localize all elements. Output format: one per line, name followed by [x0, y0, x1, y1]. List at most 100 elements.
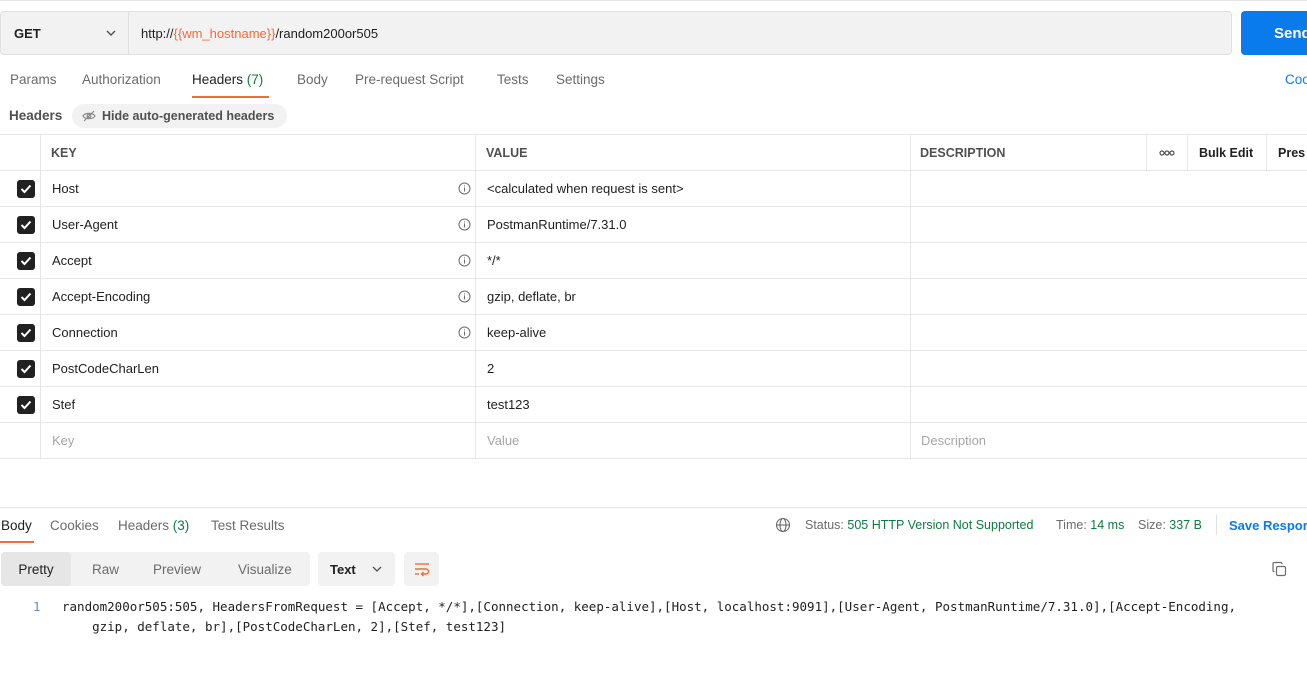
- header-description[interactable]: [910, 279, 1307, 314]
- tab-count: (3): [172, 518, 190, 533]
- active-tab-indicator: [192, 96, 269, 98]
- row-checkbox[interactable]: [17, 288, 35, 306]
- row-checkbox[interactable]: [17, 216, 35, 234]
- wrap-lines-button[interactable]: [404, 552, 439, 586]
- url-variable[interactable]: {{wm_hostname}}: [174, 26, 276, 41]
- response-tab-cookies[interactable]: Cookies: [50, 518, 99, 533]
- code-link[interactable]: Coo: [1285, 72, 1307, 87]
- time-value: 14 ms: [1090, 518, 1125, 532]
- response-tab-test-results[interactable]: Test Results: [211, 518, 285, 533]
- table-row: Host <calculated when request is sent>: [0, 171, 1307, 207]
- row-checkbox[interactable]: [17, 252, 35, 270]
- header-description[interactable]: [910, 243, 1307, 278]
- bulk-edit-button[interactable]: Bulk Edit: [1187, 135, 1266, 171]
- tab-tests[interactable]: Tests: [497, 72, 529, 87]
- header-value[interactable]: gzip, deflate, br: [475, 279, 910, 314]
- header-description[interactable]: [910, 387, 1307, 422]
- checkmark-icon: [20, 184, 32, 194]
- checkmark-icon: [20, 364, 32, 374]
- table-row: Accept-Encoding gzip, deflate, br: [0, 279, 1307, 315]
- view-pretty[interactable]: Pretty: [1, 552, 71, 586]
- header-key[interactable]: Host: [40, 171, 475, 206]
- new-value-input[interactable]: Value: [475, 423, 910, 458]
- column-value: VALUE: [475, 135, 910, 171]
- header-key[interactable]: Accept-Encoding: [40, 279, 475, 314]
- new-key-input[interactable]: Key: [40, 423, 475, 458]
- table-row: Connection keep-alive: [0, 315, 1307, 351]
- row-checkbox[interactable]: [17, 324, 35, 342]
- response-tab-body[interactable]: Body: [1, 518, 32, 533]
- table-row: User-Agent PostmanRuntime/7.31.0: [0, 207, 1307, 243]
- tab-headers[interactable]: Headers (7): [192, 72, 263, 87]
- header-key[interactable]: Accept: [40, 243, 475, 278]
- table-row: Stef test123: [0, 387, 1307, 423]
- save-response-button[interactable]: Save Respor: [1229, 518, 1307, 533]
- tab-pre-request-script[interactable]: Pre-request Script: [355, 72, 464, 87]
- size-value: 337 B: [1169, 518, 1202, 532]
- header-key[interactable]: PostCodeCharLen: [40, 351, 475, 386]
- tab-label: Authorization: [82, 72, 161, 87]
- response-status[interactable]: Status: 505 HTTP Version Not Supported: [805, 518, 1033, 532]
- status-label: Status:: [805, 518, 844, 532]
- info-icon[interactable]: [458, 182, 471, 195]
- table-header: KEY VALUE DESCRIPTION Bulk Edit Pres: [0, 134, 1307, 171]
- row-checkbox[interactable]: [17, 360, 35, 378]
- header-key[interactable]: User-Agent: [40, 207, 475, 242]
- tab-settings[interactable]: Settings: [556, 72, 605, 87]
- tab-label: Cookies: [50, 518, 99, 533]
- header-value[interactable]: PostmanRuntime/7.31.0: [475, 207, 910, 242]
- more-options-button[interactable]: [1146, 135, 1187, 171]
- tab-params[interactable]: Params: [10, 72, 57, 87]
- tab-label: Headers: [192, 72, 244, 87]
- header-description[interactable]: [910, 171, 1307, 206]
- hide-auto-headers-button[interactable]: Hide auto-generated headers: [72, 104, 287, 128]
- header-value[interactable]: <calculated when request is sent>: [475, 171, 910, 206]
- tab-label: Test Results: [211, 518, 285, 533]
- header-value[interactable]: */*: [475, 243, 910, 278]
- info-icon[interactable]: [458, 218, 471, 231]
- info-icon[interactable]: [458, 254, 471, 267]
- url-suffix: /random200or505: [275, 25, 379, 41]
- response-body-line: gzip, deflate, br],[PostCodeCharLen, 2],…: [62, 619, 507, 634]
- wrap-lines-icon: [414, 563, 429, 577]
- eye-off-icon: [82, 110, 96, 122]
- response-tab-headers[interactable]: Headers (3): [118, 518, 189, 533]
- info-icon[interactable]: [458, 290, 471, 303]
- tab-label: Body: [297, 72, 328, 87]
- new-description-input[interactable]: Description: [910, 423, 1307, 458]
- row-checkbox[interactable]: [17, 396, 35, 414]
- header-description[interactable]: [910, 351, 1307, 386]
- more-icon: [1159, 150, 1175, 156]
- send-button[interactable]: Send: [1241, 11, 1307, 55]
- globe-icon[interactable]: [775, 517, 791, 533]
- checkmark-icon: [20, 220, 32, 230]
- response-size[interactable]: Size: 337 B: [1138, 518, 1202, 532]
- header-key[interactable]: Stef: [40, 387, 475, 422]
- view-preview[interactable]: Preview: [153, 552, 201, 586]
- row-checkbox[interactable]: [17, 180, 35, 198]
- format-label: Text: [330, 561, 356, 577]
- method-select[interactable]: GET: [0, 11, 128, 55]
- header-description[interactable]: [910, 315, 1307, 350]
- header-value[interactable]: test123: [475, 387, 910, 422]
- info-icon[interactable]: [458, 326, 471, 339]
- tab-label: Settings: [556, 72, 605, 87]
- view-visualize[interactable]: Visualize: [238, 552, 292, 586]
- header-key[interactable]: Connection: [40, 315, 475, 350]
- header-description[interactable]: [910, 207, 1307, 242]
- divider: [1216, 515, 1217, 535]
- column-description: DESCRIPTION: [910, 135, 1146, 171]
- tab-body[interactable]: Body: [297, 72, 328, 87]
- tab-authorization[interactable]: Authorization: [82, 72, 161, 87]
- copy-icon[interactable]: [1271, 561, 1288, 578]
- chevron-down-icon: [106, 30, 116, 36]
- presets-button[interactable]: Pres: [1266, 135, 1307, 171]
- view-raw[interactable]: Raw: [92, 552, 119, 586]
- header-value[interactable]: 2: [475, 351, 910, 386]
- response-time[interactable]: Time: 14 ms: [1056, 518, 1124, 532]
- format-select[interactable]: Text: [318, 552, 395, 586]
- response-body-line: random200or505:505, HeadersFromRequest =…: [62, 599, 1236, 614]
- url-input[interactable]: http://{{wm_hostname}}/random200or505: [128, 11, 1232, 55]
- request-tabs: Params Authorization Headers (7) Body Pr…: [0, 66, 1307, 98]
- header-value[interactable]: keep-alive: [475, 315, 910, 350]
